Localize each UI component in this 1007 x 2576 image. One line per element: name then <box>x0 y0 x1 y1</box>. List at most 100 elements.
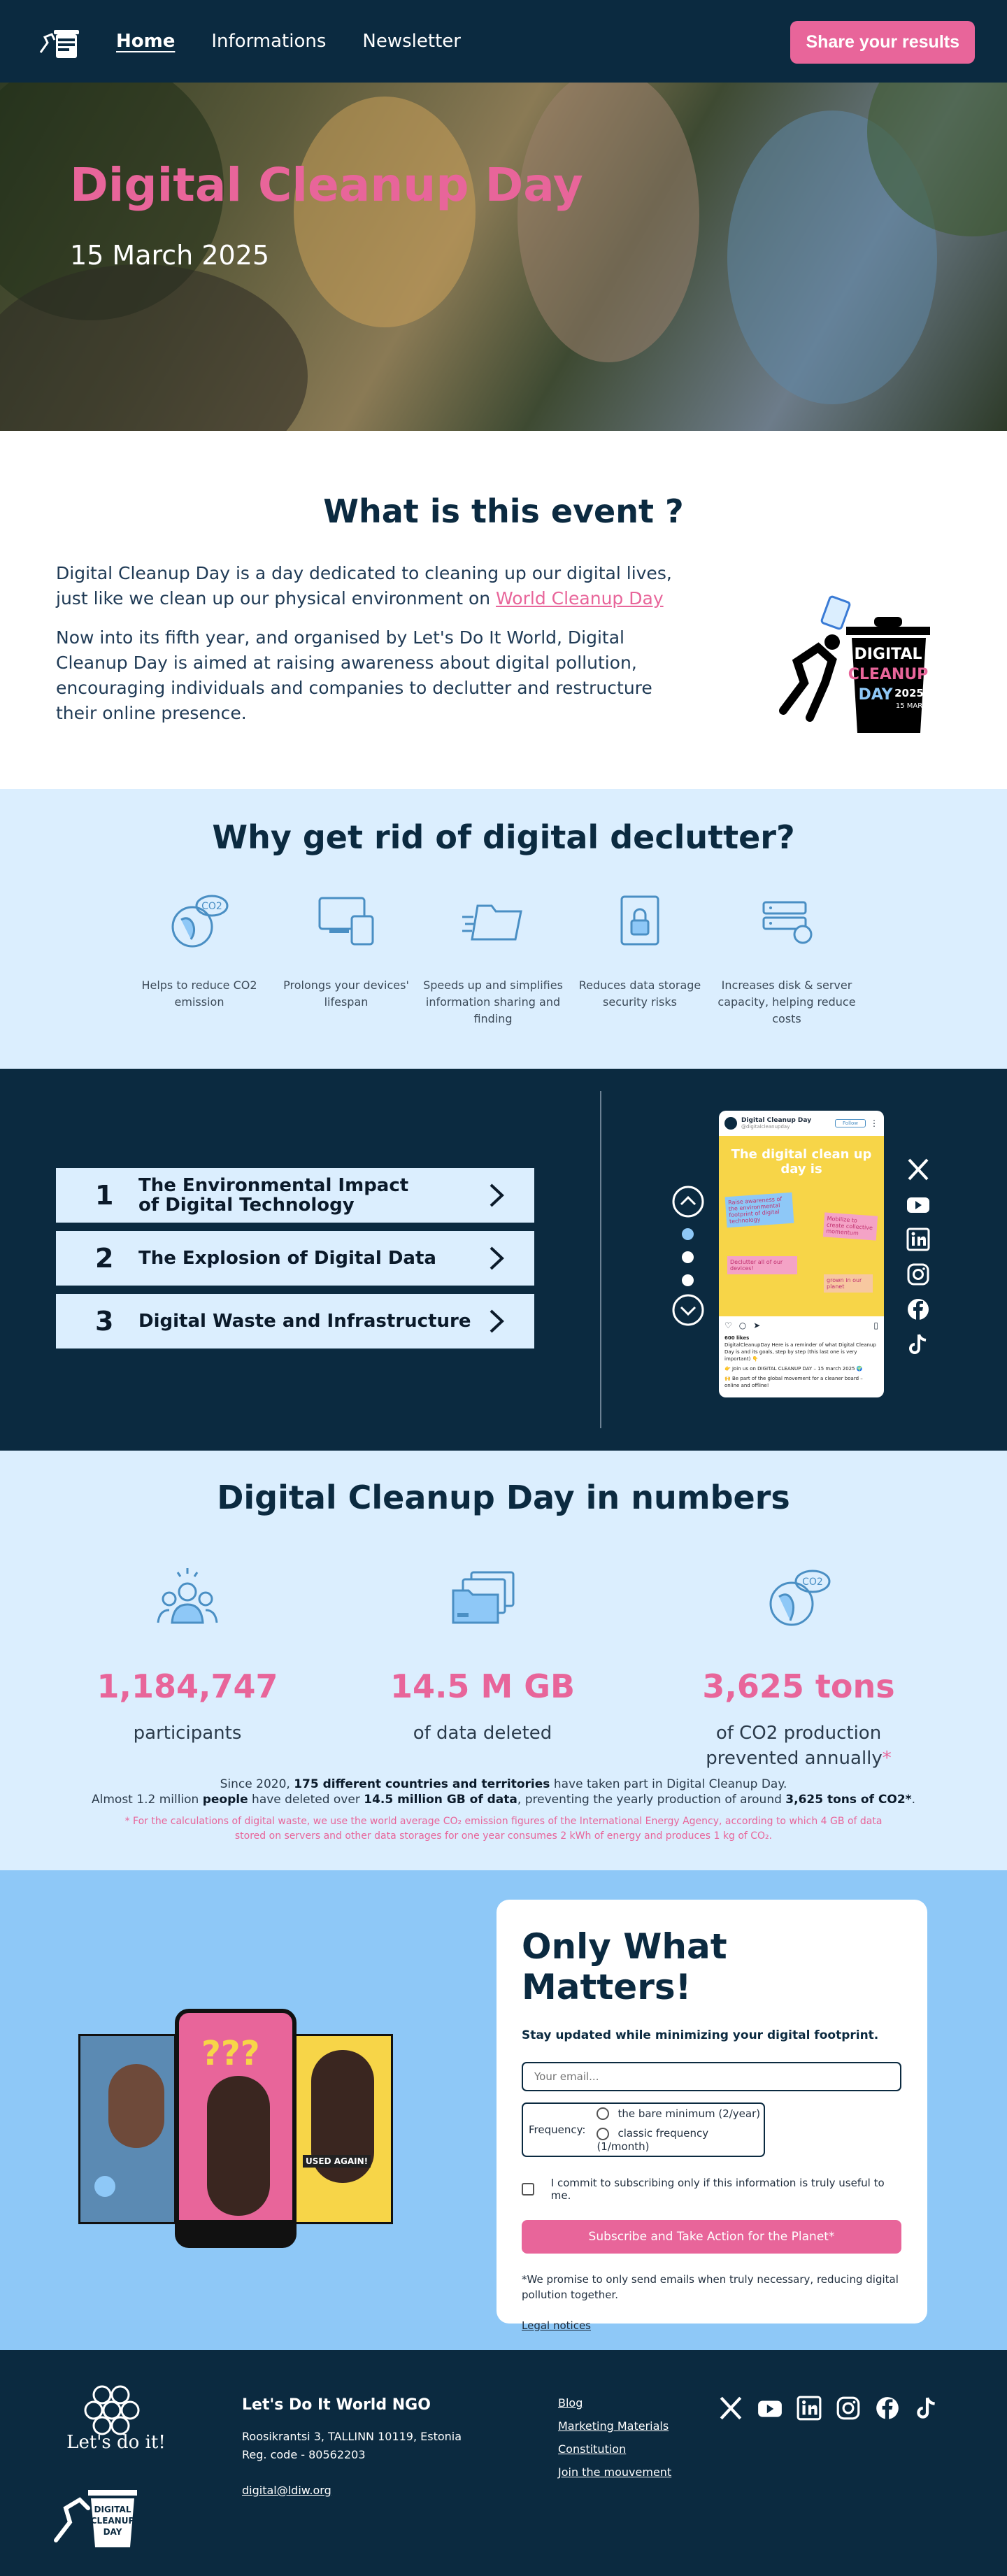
svg-text:DIGITAL: DIGITAL <box>854 646 922 663</box>
commit-checkbox-row[interactable]: I commit to subscribing only if this inf… <box>522 2177 902 2202</box>
newsletter-section: USED AGAIN! ??? Only What Matters! Stay … <box>0 1870 1007 2350</box>
topic-number: 2 <box>95 1243 114 1274</box>
stat-participants: 1,184,747 participants <box>62 1563 313 1746</box>
footer-link-join[interactable]: Join the mouvement <box>558 2465 671 2479</box>
linkedin-icon[interactable] <box>796 2395 822 2421</box>
phone-screen-center: ??? <box>175 2009 297 2248</box>
carousel-dot-active[interactable] <box>682 1228 694 1240</box>
site-footer: Let's do it! DIGITAL CLEANUP DAY Let's D… <box>0 2350 1007 2576</box>
topic-digital-waste[interactable]: 3 Digital Waste and Infrastructure <box>56 1294 534 1349</box>
folder-speed-icon <box>420 887 566 953</box>
radio-button[interactable] <box>597 2107 610 2120</box>
youtube-icon[interactable] <box>906 1192 930 1217</box>
footer-link-marketing[interactable]: Marketing Materials <box>558 2419 671 2433</box>
footer-link-constitution[interactable]: Constitution <box>558 2442 671 2456</box>
email-field[interactable] <box>522 2062 901 2091</box>
benefit-label: Helps to reduce CO2 emission <box>141 979 257 1009</box>
carousel-up-button[interactable] <box>671 1185 705 1218</box>
post-sticker: Mobilize to create collective momentum <box>822 1212 878 1241</box>
topic-data-explosion[interactable]: 2 The Explosion of Digital Data <box>56 1231 534 1286</box>
frequency-selector: Frequency: the bare minimum (2/year) cla… <box>522 2102 765 2157</box>
benefit-item: CO2 Helps to reduce CO2 emission <box>126 887 273 1027</box>
benefit-item: Increases disk & server capacity, helpin… <box>713 887 860 1027</box>
more-options-icon[interactable]: ⋮ <box>870 1118 878 1128</box>
frequency-option-classic[interactable]: classic frequency (1/month) <box>597 2127 764 2153</box>
newsletter-title: Only What Matters! <box>522 1926 727 2007</box>
share-icon[interactable]: ➤ <box>753 1321 760 1330</box>
event-section: What is this event ? Digital Cleanup Day… <box>0 431 1007 789</box>
tiktok-icon[interactable] <box>913 2395 940 2421</box>
numbers-footnote: * For the calculations of digital waste,… <box>124 1816 883 1842</box>
instagram-icon[interactable] <box>906 1262 930 1287</box>
comment-icon[interactable]: ○ <box>739 1321 746 1330</box>
carousel-dot[interactable] <box>682 1251 694 1263</box>
svg-text:CLEANUP: CLEANUP <box>848 666 929 683</box>
benefit-item: Speeds up and simplifies information sha… <box>420 887 566 1027</box>
phone-screen-left <box>78 2034 176 2224</box>
follow-button[interactable]: Follow <box>835 1119 866 1127</box>
benefit-item: Prolongs your devices' lifespan <box>273 887 420 1027</box>
phone-person <box>108 2064 164 2148</box>
world-cleanup-day-link[interactable]: World Cleanup Day <box>496 588 664 609</box>
footer-social-links <box>717 2395 940 2421</box>
bookmark-icon[interactable]: ▯ <box>873 1321 878 1330</box>
topic-environmental-impact[interactable]: 1 The Environmental Impact of Digital Te… <box>56 1168 534 1223</box>
stat-label: participants <box>133 1723 242 1744</box>
phone-controls <box>179 2220 292 2244</box>
tiktok-icon[interactable] <box>906 1332 930 1357</box>
post-headline: The digital clean up day is <box>731 1147 872 1176</box>
hero-title: Digital Cleanup Day <box>70 158 583 212</box>
organization-info: Let's Do It World NGO Roosikrantsi 3, TA… <box>242 2396 462 2497</box>
stat-value: 3,625 tons <box>702 1667 895 1705</box>
x-icon[interactable] <box>717 2395 744 2421</box>
phone-caption: USED AGAIN! <box>303 2155 371 2168</box>
hero-date: 15 March 2025 <box>70 240 270 271</box>
post-caption-line: 👉 Join us on DIGITAL CLEANUP DAY – 15 ma… <box>724 1366 863 1372</box>
x-icon[interactable] <box>906 1157 930 1182</box>
nav-home[interactable]: Home <box>116 31 175 52</box>
benefit-label: Speeds up and simplifies information sha… <box>423 979 563 1025</box>
contact-email-link[interactable]: digital@ldiw.org <box>242 2484 462 2497</box>
digital-cleanup-day-logo[interactable] <box>34 20 83 62</box>
radio-button[interactable] <box>597 2127 610 2140</box>
organization-address: Roosikrantsi 3, TALLINN 10119, Estonia R… <box>242 2430 462 2461</box>
facebook-icon[interactable] <box>906 1297 930 1322</box>
footer-link-blog[interactable]: Blog <box>558 2396 671 2410</box>
event-description: Digital Cleanup Day is a day dedicated t… <box>56 561 678 740</box>
post-sticker: Declutter all of our devices! <box>727 1256 797 1274</box>
youtube-icon[interactable] <box>757 2395 783 2421</box>
hero-person-1 <box>294 97 476 327</box>
chevron-right-icon <box>490 1309 504 1333</box>
nav-informations[interactable]: Informations <box>211 31 326 52</box>
event-paragraph-1: Digital Cleanup Day is a day dedicated t… <box>56 563 672 609</box>
post-handle: @digitalcleanupday <box>741 1124 790 1130</box>
commit-checkbox[interactable] <box>522 2183 534 2196</box>
topic-number: 3 <box>95 1306 114 1337</box>
heart-icon[interactable]: ♡ <box>724 1321 732 1330</box>
benefit-label: Increases disk & server capacity, helpin… <box>717 979 856 1025</box>
legal-notices-link[interactable]: Legal notices <box>522 2319 591 2332</box>
frequency-label: Frequency: <box>529 2123 586 2136</box>
carousel-dot[interactable] <box>682 1274 694 1286</box>
carousel-controls <box>671 1185 708 1330</box>
instagram-post-preview[interactable]: Digital Cleanup Day @digitalcleanupday Fo… <box>719 1111 884 1397</box>
carousel-down-button[interactable] <box>671 1293 705 1327</box>
svg-text:15 MAR: 15 MAR <box>896 702 922 710</box>
post-actions: ♡ ○ ➤ ▯ <box>719 1316 884 1335</box>
facebook-icon[interactable] <box>874 2395 901 2421</box>
organization-name: Let's Do It World NGO <box>242 2396 431 2414</box>
newsletter-phones-illustration: USED AGAIN! ??? <box>78 2009 393 2248</box>
frequency-option-minimum[interactable]: the bare minimum (2/year) <box>597 2107 764 2120</box>
lets-do-it-logo: Let's do it! DIGITAL CLEANUP DAY <box>54 2385 166 2547</box>
linkedin-icon[interactable] <box>906 1227 930 1252</box>
post-image: The digital clean up day is Raise awaren… <box>719 1136 884 1316</box>
stat-co2-prevented: CO2 3,625 tons of CO2 production prevent… <box>673 1563 924 1771</box>
nav-newsletter[interactable]: Newsletter <box>362 31 461 52</box>
instagram-icon[interactable] <box>835 2395 862 2421</box>
post-sticker: Raise awareness of the environmental foo… <box>724 1192 794 1228</box>
share-results-button[interactable]: Share your results <box>790 21 975 64</box>
svg-text:DAY: DAY <box>858 686 893 704</box>
event-paragraph-2: Now into its fifth year, and organised b… <box>56 627 652 723</box>
subscribe-button[interactable]: Subscribe and Take Action for the Planet… <box>522 2220 901 2254</box>
why-title: Why get rid of digital declutter? <box>212 818 795 856</box>
